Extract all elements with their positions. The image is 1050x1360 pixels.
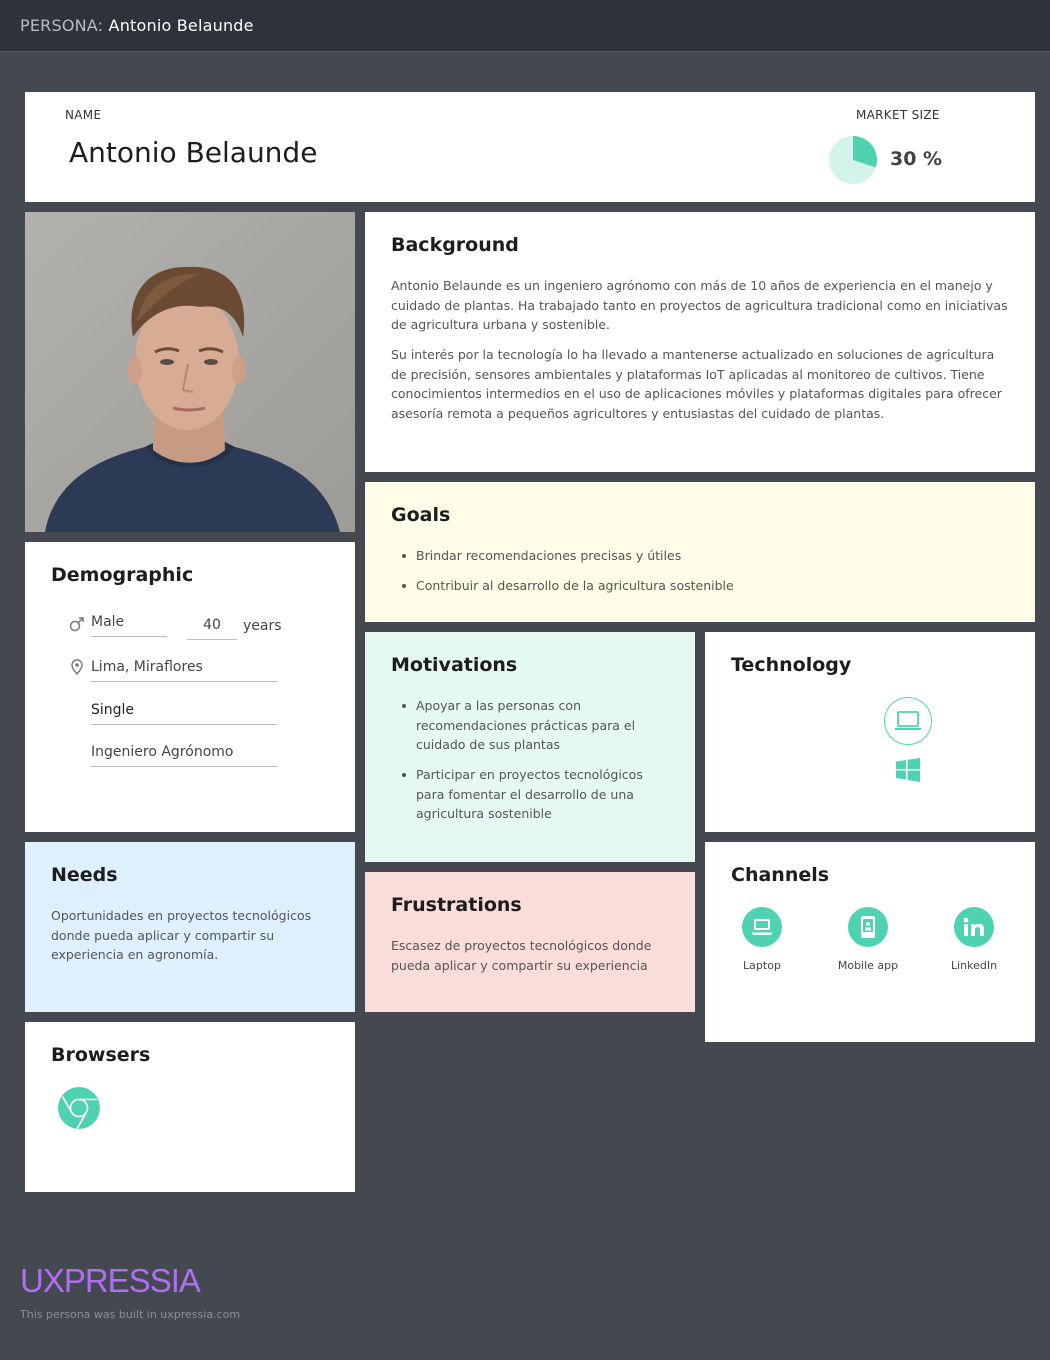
- laptop-glyph-icon: [895, 711, 921, 730]
- frustrations-text: Escasez de proyectos tecnológicos donde …: [391, 938, 652, 973]
- market-size-label: MARKET SIZE: [856, 108, 940, 122]
- gender-field[interactable]: Male: [91, 614, 167, 637]
- persona-prefix: PERSONA:: [20, 16, 104, 35]
- name-label: NAME: [65, 108, 102, 122]
- needs-text: Oportunidades en proyectos tecnológicos …: [51, 908, 312, 962]
- browsers-card: Browsers: [25, 1022, 355, 1192]
- channel-label: Laptop: [743, 959, 781, 972]
- linkedin-glyph-icon: [963, 917, 984, 936]
- browsers-title: Browsers: [51, 1044, 151, 1066]
- footer-note: This persona was built in uxpressia.com: [20, 1308, 241, 1321]
- male-gender-icon: [69, 617, 84, 632]
- market-size-pie-icon[interactable]: [828, 135, 878, 185]
- persona-name[interactable]: Antonio Belaunde: [69, 136, 317, 169]
- channel-mobile-app[interactable]: Mobile app: [823, 907, 913, 972]
- age-field[interactable]: 40: [187, 617, 237, 640]
- marital-status-field[interactable]: Single: [91, 702, 277, 725]
- uxpressia-logo[interactable]: UXPRESSIA: [20, 1262, 201, 1300]
- background-paragraph-2: Su interés por la tecnología lo ha lleva…: [391, 347, 1002, 421]
- motivation-item: Apoyar a las personas con recomendacione…: [401, 696, 669, 755]
- technology-title: Technology: [731, 654, 852, 676]
- location-field[interactable]: Lima, Miraflores: [91, 659, 277, 682]
- goals-list: Brindar recomendaciones precisas y útile…: [401, 546, 1001, 606]
- age-unit-label: years: [243, 618, 282, 634]
- technology-card: Technology: [705, 632, 1035, 832]
- motivations-list: Apoyar a las personas con recomendacione…: [401, 696, 669, 834]
- frustrations-card: Frustrations Escasez de proyectos tecnol…: [365, 872, 695, 1012]
- motivations-card: Motivations Apoyar a las personas con re…: [365, 632, 695, 862]
- motivations-title: Motivations: [391, 654, 518, 676]
- frustrations-title: Frustrations: [391, 894, 522, 916]
- demographic-card: Demographic Male 40 years Lima, Miraflor…: [25, 542, 355, 832]
- goal-item: Contribuir al desarrollo de la agricultu…: [401, 576, 1001, 596]
- mobile-glyph-icon: [861, 916, 875, 938]
- needs-card: Needs Oportunidades en proyectos tecnoló…: [25, 842, 355, 1012]
- goals-title: Goals: [391, 504, 451, 526]
- background-paragraph-1: Antonio Belaunde es un ingeniero agrónom…: [391, 278, 1008, 332]
- laptop-icon[interactable]: [884, 697, 932, 745]
- demographic-title: Demographic: [51, 564, 194, 586]
- mobile-app-icon: [848, 907, 888, 947]
- goals-card: Goals Brindar recomendaciones precisas y…: [365, 482, 1035, 622]
- avatar: [25, 212, 355, 532]
- laptop-glyph-icon: [751, 919, 773, 935]
- location-pin-icon: [71, 659, 83, 675]
- channel-label: Mobile app: [837, 959, 899, 972]
- needs-title: Needs: [51, 864, 118, 886]
- windows-icon[interactable]: [895, 757, 921, 783]
- persona-photo[interactable]: [25, 212, 355, 532]
- laptop-icon: [742, 907, 782, 947]
- background-title: Background: [391, 234, 519, 256]
- background-card: Background Antonio Belaunde es un ingeni…: [365, 212, 1035, 472]
- channel-linkedin[interactable]: LinkedIn: [929, 907, 1019, 972]
- occupation-field[interactable]: Ingeniero Agrónomo: [91, 744, 277, 767]
- channels-card: Channels Laptop Mobile app LinkedIn: [705, 842, 1035, 1042]
- top-bar: PERSONA: Antonio Belaunde: [0, 0, 1050, 52]
- persona-header-name: Antonio Belaunde: [108, 16, 254, 35]
- channel-label: LinkedIn: [950, 959, 998, 972]
- motivation-item: Participar en proyectos tecnológicos par…: [401, 765, 669, 824]
- market-size-value: 30 %: [890, 148, 943, 170]
- channels-title: Channels: [731, 864, 830, 886]
- channel-laptop[interactable]: Laptop: [717, 907, 807, 972]
- name-card: NAME Antonio Belaunde MARKET SIZE 30 %: [25, 92, 1035, 202]
- chrome-icon[interactable]: [57, 1086, 101, 1130]
- linkedin-icon: [954, 907, 994, 947]
- persona-header-title: PERSONA: Antonio Belaunde: [20, 16, 254, 35]
- goal-item: Brindar recomendaciones precisas y útile…: [401, 546, 1001, 566]
